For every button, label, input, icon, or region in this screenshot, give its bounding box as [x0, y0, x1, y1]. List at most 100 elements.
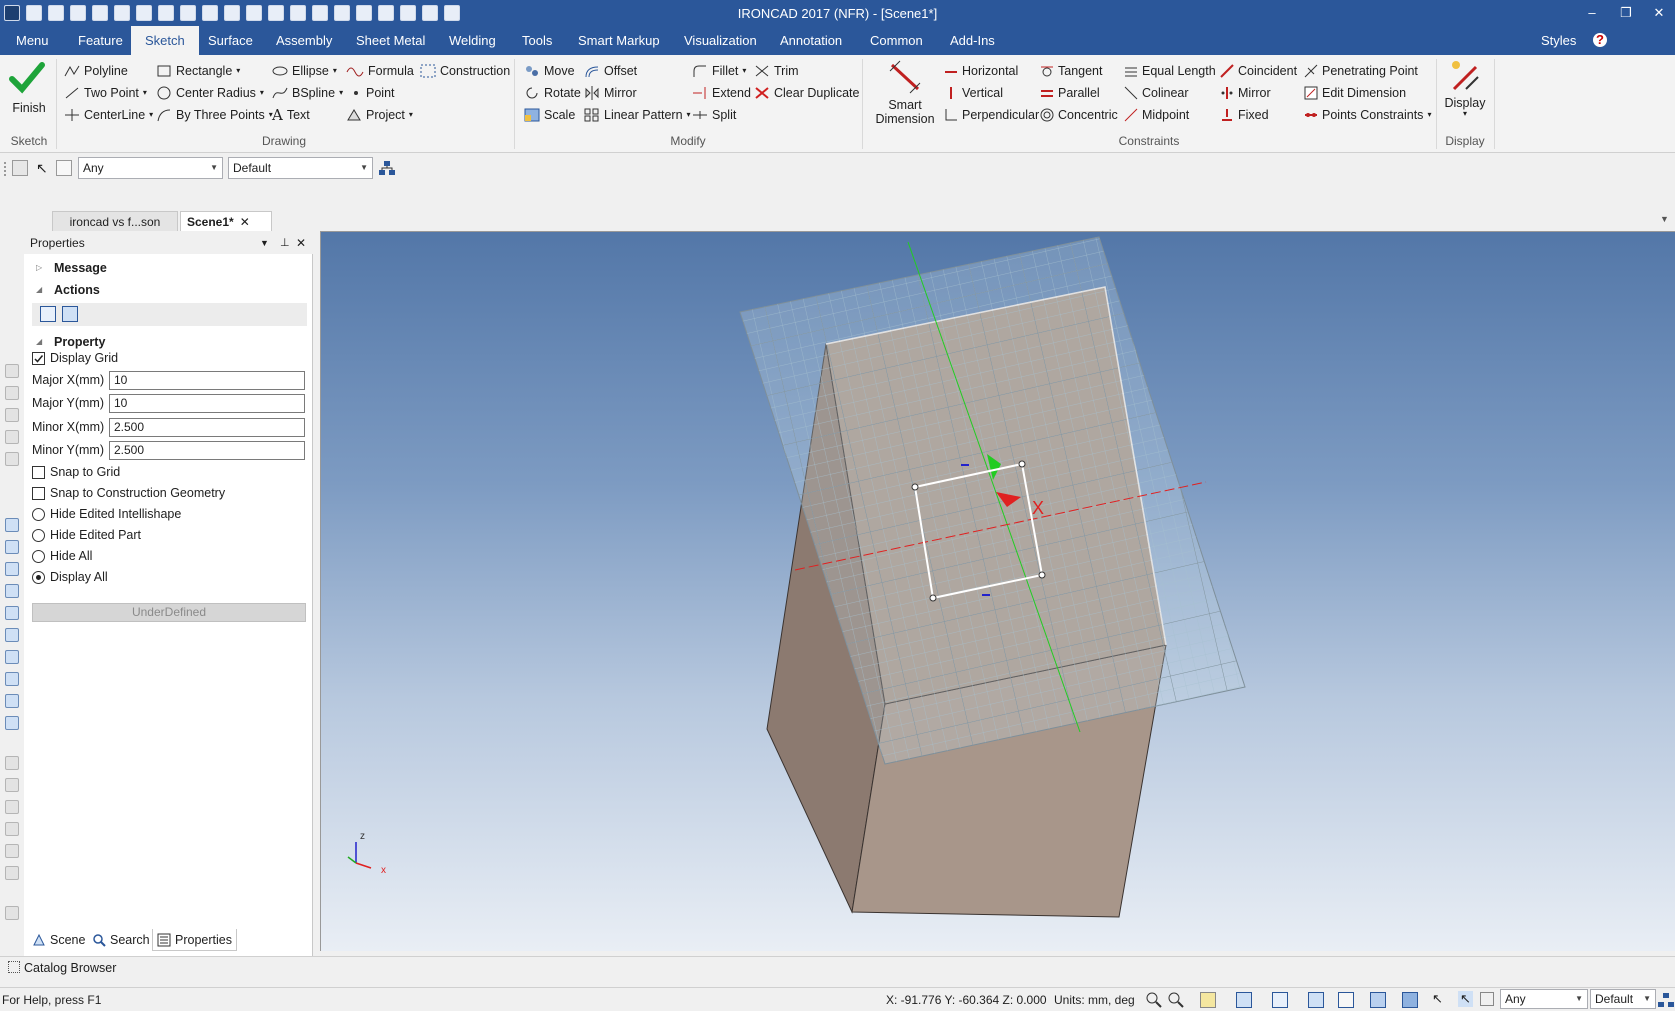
styles-menu[interactable]: Styles — [1539, 26, 1578, 55]
strip-tool-icon[interactable] — [5, 800, 19, 814]
parallel-button[interactable]: Parallel — [1040, 83, 1100, 103]
tab-sketch[interactable]: Sketch — [131, 26, 199, 55]
strip-cube-icon[interactable] — [5, 562, 19, 576]
fillet-button[interactable]: Fillet ▾ — [692, 61, 746, 81]
close-button[interactable]: ✕ — [1643, 2, 1675, 24]
tab-annotation[interactable]: Annotation — [778, 26, 844, 55]
perpendicular-button[interactable]: Perpendicular — [944, 105, 1039, 125]
strip-tool-icon[interactable] — [5, 778, 19, 792]
snap-to-grid-checkbox[interactable] — [32, 466, 45, 479]
radio-hide-edited-part[interactable] — [32, 529, 45, 542]
strip-tool-icon[interactable] — [5, 822, 19, 836]
shading-icon[interactable] — [1402, 992, 1418, 1008]
section-property[interactable]: Property — [54, 335, 105, 349]
major-y-input[interactable]: 10 — [109, 394, 305, 413]
close-tab-icon[interactable]: ✕ — [240, 215, 250, 229]
close-panel-icon[interactable]: ✕ — [296, 232, 306, 254]
centerline-button[interactable]: CenterLine ▾ — [64, 105, 153, 125]
formula-button[interactable]: Formula — [346, 61, 414, 81]
collapse-actions-icon[interactable]: ◢ — [36, 285, 42, 294]
constraint-mirror-button[interactable]: Mirror — [1220, 83, 1271, 103]
finish-button[interactable]: Finish — [8, 61, 50, 121]
extend-button[interactable]: Extend — [692, 83, 751, 103]
tab-common[interactable]: Common — [868, 26, 925, 55]
render-mode-icon[interactable] — [1370, 992, 1386, 1008]
tab-menu[interactable]: Menu — [14, 26, 51, 55]
strip-cube-icon[interactable] — [5, 628, 19, 642]
radio-hide-all[interactable] — [32, 550, 45, 563]
tab-tools[interactable]: Tools — [520, 26, 554, 55]
tab-add-ins[interactable]: Add-Ins — [948, 26, 997, 55]
tab-welding[interactable]: Welding — [447, 26, 498, 55]
glasses-icon[interactable] — [1338, 992, 1354, 1008]
minimize-button[interactable]: – — [1576, 2, 1608, 24]
panel-tab-properties[interactable]: Properties — [152, 929, 237, 951]
radio-hide-edited-intellishape[interactable] — [32, 508, 45, 521]
doc-tab-1[interactable]: ironcad vs f...son 13* — [52, 211, 178, 249]
penetrating-point-button[interactable]: Penetrating Point — [1304, 61, 1418, 81]
strip-cube-icon[interactable] — [5, 540, 19, 554]
polyline-button[interactable]: Polyline — [64, 61, 128, 81]
section-actions[interactable]: Actions — [54, 283, 100, 297]
coincident-button[interactable]: Coincident — [1220, 61, 1297, 81]
minor-y-input[interactable]: 2.500 — [109, 441, 305, 460]
linear-pattern-button[interactable]: Linear Pattern ▾ — [584, 105, 691, 125]
rotate-button[interactable]: Rotate — [524, 83, 581, 103]
hierarchy-icon[interactable] — [1658, 992, 1674, 1008]
table-action-icon[interactable] — [62, 306, 78, 322]
tab-surface[interactable]: Surface — [206, 26, 255, 55]
text-button[interactable]: A Text — [272, 105, 310, 125]
display-button[interactable]: Display ▾ — [1440, 59, 1490, 131]
rectangle-button[interactable]: Rectangle ▾ — [156, 61, 240, 81]
collapse-property-icon[interactable]: ◢ — [36, 337, 42, 346]
bspline-button[interactable]: BSpline ▾ — [272, 83, 343, 103]
colinear-button[interactable]: Colinear — [1124, 83, 1189, 103]
move-view-icon[interactable] — [1272, 992, 1288, 1008]
orient-icon[interactable] — [1236, 992, 1252, 1008]
smart-dimension-button[interactable]: Smart Dimension — [870, 59, 940, 131]
add-action-icon[interactable] — [40, 306, 56, 322]
box-select-icon[interactable] — [1480, 992, 1494, 1006]
zoom-window-icon[interactable] — [1168, 992, 1184, 1008]
mirror-button[interactable]: Mirror — [584, 83, 637, 103]
tab-sheet-metal[interactable]: Sheet Metal — [354, 26, 427, 55]
tab-assembly[interactable]: Assembly — [274, 26, 334, 55]
strip-tool-icon[interactable] — [5, 844, 19, 858]
concentric-button[interactable]: Concentric — [1040, 105, 1118, 125]
points-constraints-button[interactable]: Points Constraints ▾ — [1304, 105, 1431, 125]
minor-x-input[interactable]: 2.500 — [109, 418, 305, 437]
center-radius-button[interactable]: Center Radius ▾ — [156, 83, 264, 103]
strip-tool-icon[interactable] — [5, 452, 19, 466]
radio-display-all[interactable] — [32, 571, 45, 584]
clear-duplicate-button[interactable]: Clear Duplicate — [754, 83, 859, 103]
snap-to-construction-checkbox[interactable] — [32, 487, 45, 500]
strip-cube-icon[interactable] — [5, 584, 19, 598]
edit-dimension-button[interactable]: Edit Dimension — [1304, 83, 1406, 103]
strip-cube-icon[interactable] — [5, 650, 19, 664]
look-at-icon[interactable] — [1308, 992, 1324, 1008]
panel-tab-scene[interactable]: Scene — [28, 929, 89, 951]
tangent-button[interactable]: Tangent — [1040, 61, 1102, 81]
strip-tool-icon[interactable] — [5, 364, 19, 378]
panel-tab-search[interactable]: Search — [88, 929, 154, 951]
strip-cube-icon[interactable] — [5, 672, 19, 686]
project-button[interactable]: Project ▾ — [346, 105, 413, 125]
midpoint-button[interactable]: Midpoint — [1124, 105, 1189, 125]
status-style-dropdown[interactable]: Default ▼ — [1590, 989, 1656, 1009]
catalog-browser-label[interactable]: Catalog Browser — [24, 961, 116, 975]
pointer-icon[interactable]: ↖ — [36, 160, 48, 177]
strip-cube-icon[interactable] — [5, 716, 19, 730]
trim-button[interactable]: Trim — [754, 61, 799, 81]
strip-cube-icon[interactable] — [5, 694, 19, 708]
select-mode-icon[interactable] — [12, 160, 28, 176]
strip-tool-icon[interactable] — [5, 408, 19, 422]
box-select-icon[interactable] — [56, 160, 72, 176]
section-message[interactable]: Message — [54, 261, 107, 275]
tab-smart-markup[interactable]: Smart Markup — [576, 26, 662, 55]
strip-tool-icon[interactable] — [5, 866, 19, 880]
zoom-icon[interactable] — [1146, 992, 1162, 1008]
panel-menu-icon[interactable]: ▼ — [260, 232, 269, 254]
move-button[interactable]: Move — [524, 61, 575, 81]
pin-icon[interactable]: ⊥ — [280, 232, 290, 254]
display-grid-checkbox[interactable] — [32, 352, 45, 365]
